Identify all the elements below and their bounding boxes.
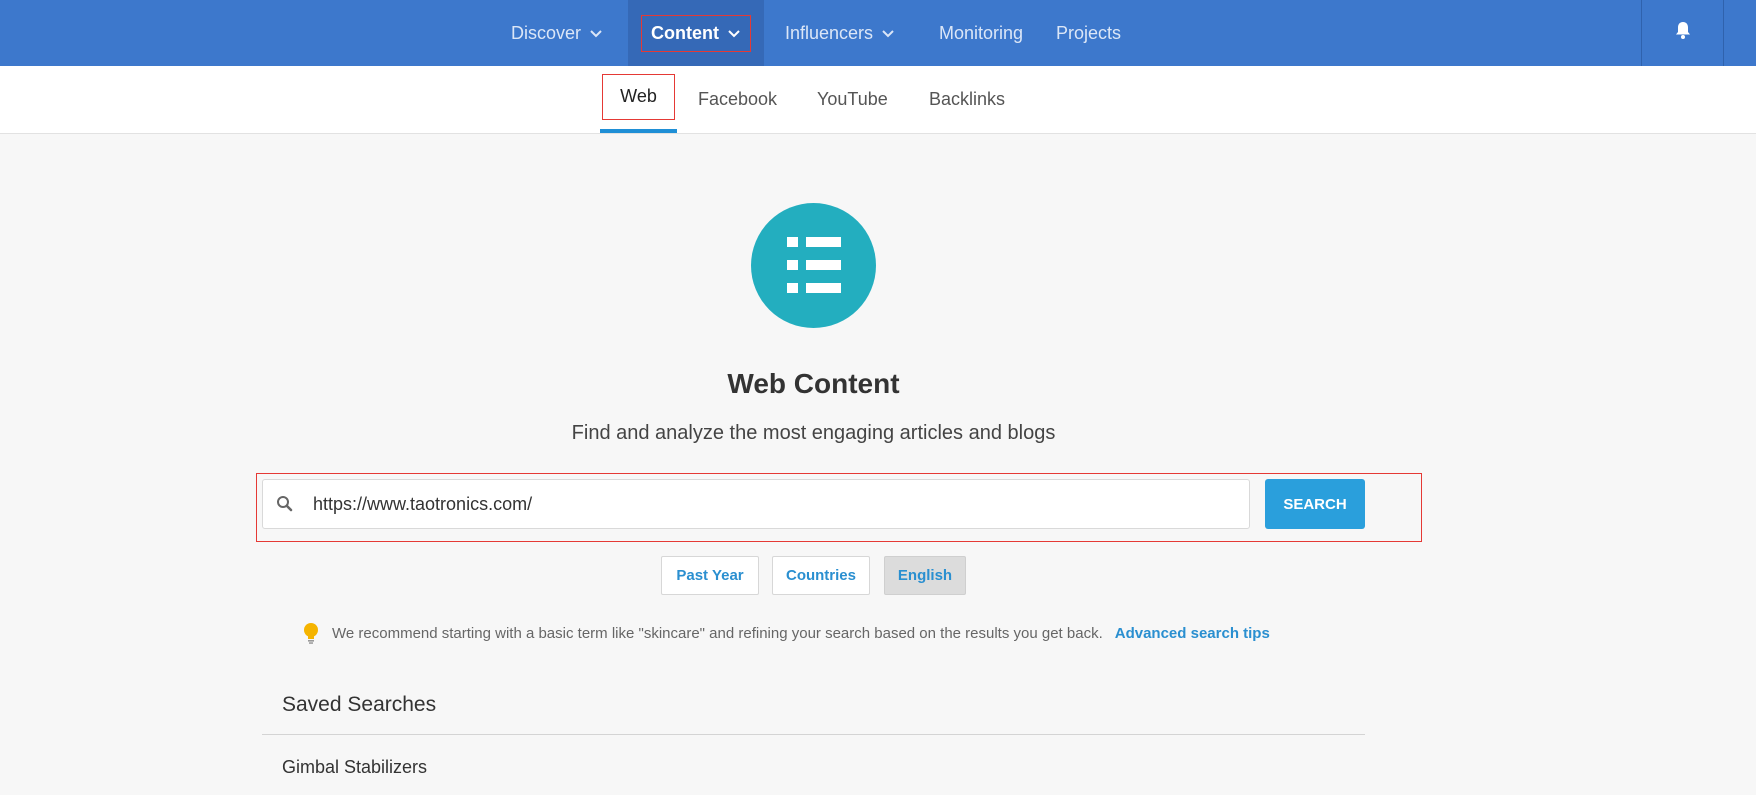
tab-backlinks[interactable]: Backlinks	[929, 66, 1005, 133]
chevron-down-icon	[881, 26, 895, 40]
tab-web-highlight: Web	[602, 73, 675, 120]
bell-icon[interactable]	[1673, 20, 1693, 40]
chevron-down-icon	[589, 26, 603, 40]
page-title: Web Content	[727, 368, 900, 399]
top-navigation-bar: Discover Content Influencers Monitoring …	[0, 0, 1756, 66]
content-sub-navigation: Web Facebook YouTube Backlinks	[0, 66, 1756, 134]
nav-item-label: Content	[651, 22, 719, 43]
tab-label: Backlinks	[929, 89, 1006, 109]
tab-web[interactable]: Web	[600, 66, 677, 133]
saved-searches-divider	[262, 734, 1365, 735]
nav-item-discover[interactable]: Discover	[511, 0, 603, 66]
lightbulb-icon	[302, 622, 320, 644]
nav-item-content[interactable]: Content	[628, 0, 764, 66]
tab-label: YouTube	[817, 89, 888, 109]
nav-item-projects[interactable]: Projects	[1056, 0, 1121, 66]
search-tip: We recommend starting with a basic term …	[302, 621, 1270, 645]
search-input[interactable]	[313, 480, 1233, 528]
nav-item-monitoring[interactable]: Monitoring	[939, 0, 1023, 66]
nav-item-label: Monitoring	[939, 22, 1024, 43]
list-icon	[787, 237, 841, 293]
search-field[interactable]	[262, 479, 1250, 529]
nav-right-panel	[1641, 0, 1756, 66]
saved-search-item[interactable]: Gimbal Stabilizers	[282, 757, 427, 778]
tip-text: We recommend starting with a basic term …	[332, 624, 1103, 642]
active-tab-indicator	[600, 129, 677, 133]
saved-searches-heading: Saved Searches	[282, 693, 437, 716]
tab-label: Facebook	[698, 89, 778, 109]
search-button[interactable]: SEARCH	[1265, 479, 1365, 529]
nav-item-label: Projects	[1056, 22, 1122, 43]
filter-countries[interactable]: Countries	[772, 556, 870, 595]
nav-item-content-highlight: Content	[641, 14, 751, 52]
advanced-search-tips-link[interactable]: Advanced search tips	[1115, 625, 1270, 642]
tab-youtube[interactable]: YouTube	[817, 66, 888, 133]
page-subtitle: Find and analyze the most engaging artic…	[571, 422, 1056, 444]
tab-label: Web	[620, 86, 657, 106]
nav-divider	[1723, 0, 1724, 66]
filter-past-year[interactable]: Past Year	[661, 556, 759, 595]
search-icon	[276, 495, 294, 513]
filter-english[interactable]: English	[884, 556, 966, 595]
chevron-down-icon	[727, 26, 741, 40]
tab-facebook[interactable]: Facebook	[698, 66, 777, 133]
nav-item-label: Discover	[511, 22, 582, 43]
nav-item-influencers[interactable]: Influencers	[785, 0, 895, 66]
web-content-badge	[751, 203, 876, 328]
nav-item-label: Influencers	[785, 22, 874, 43]
